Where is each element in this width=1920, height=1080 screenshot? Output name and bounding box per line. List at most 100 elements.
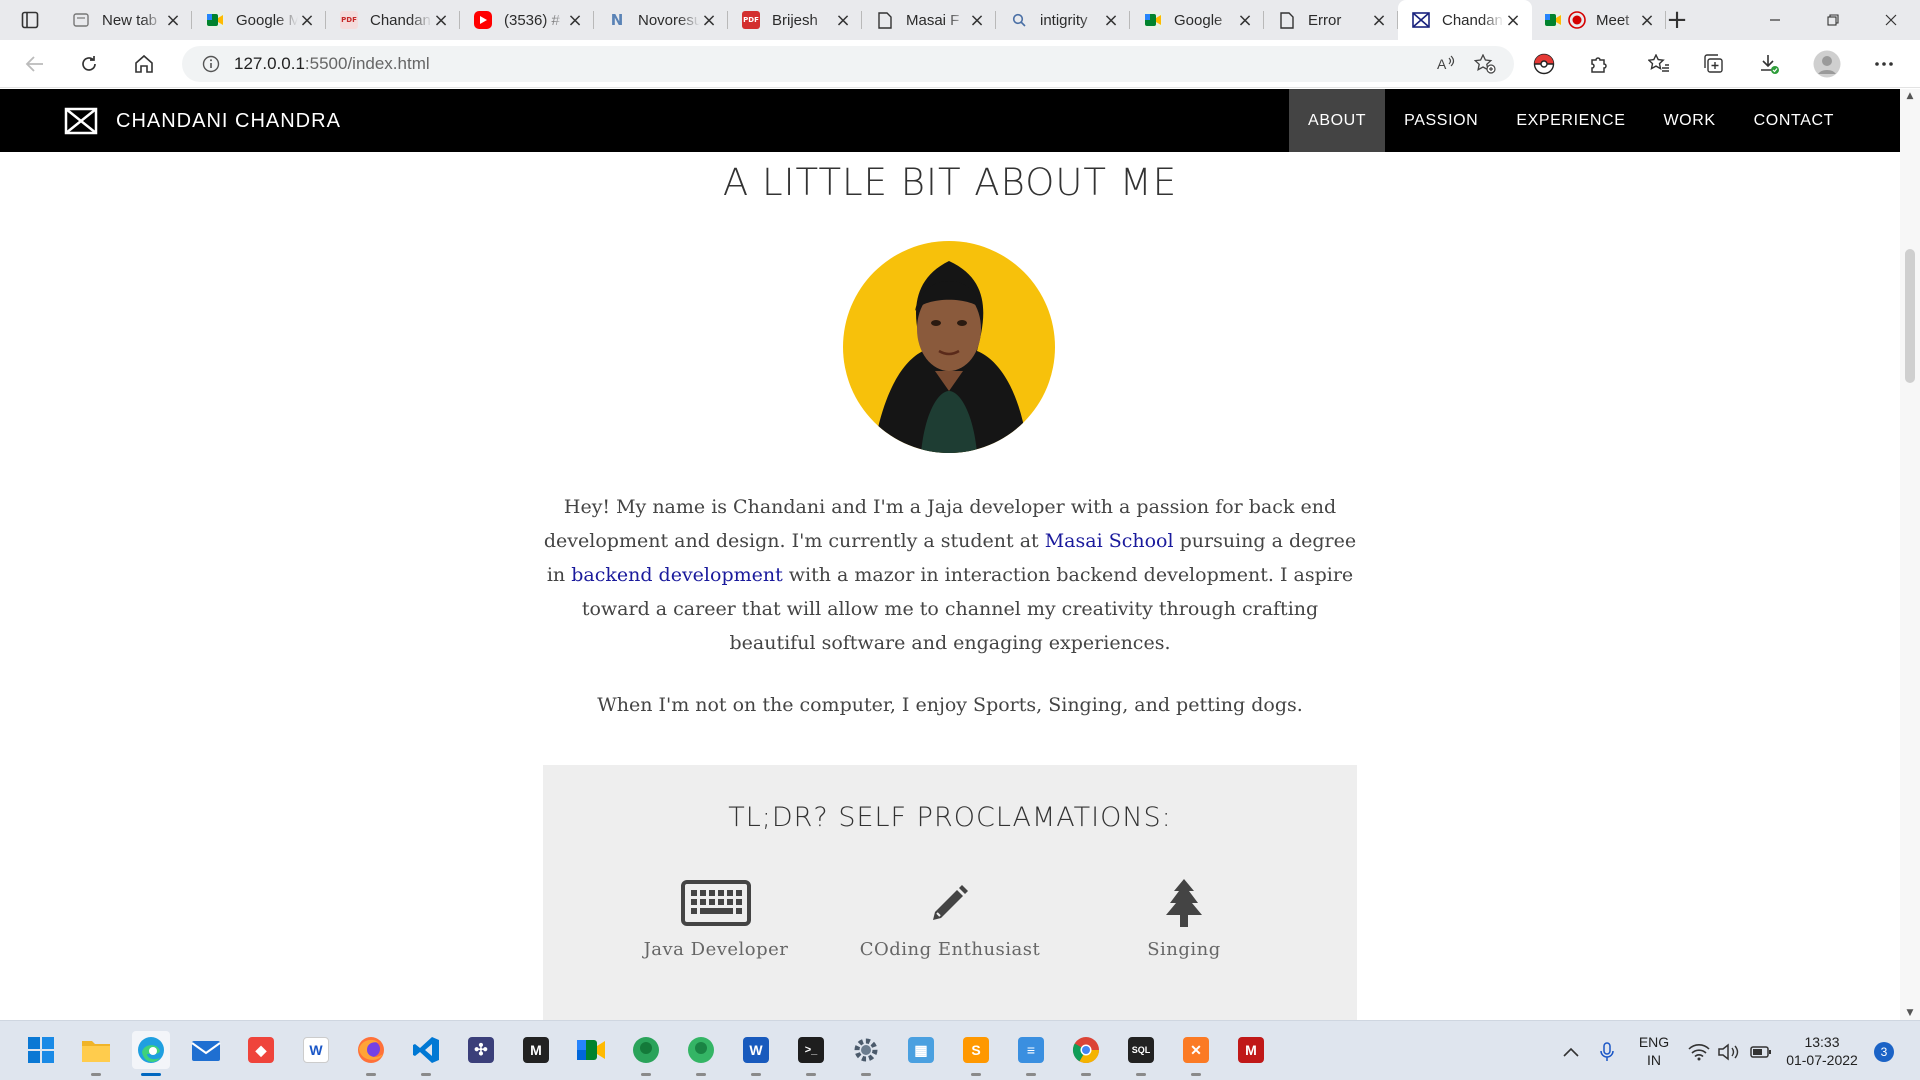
tab-brijesh-pdf[interactable]: PDF Brijesh × [728, 0, 862, 40]
nav-experience[interactable]: EXPERIENCE [1497, 89, 1644, 152]
show-hidden-icons-button[interactable] [1560, 1041, 1582, 1063]
nav-passion[interactable]: PASSION [1385, 89, 1497, 152]
extensions-button[interactable] [1585, 50, 1613, 78]
taskbar-mail[interactable] [187, 1031, 225, 1069]
google-meet-icon [1544, 11, 1562, 29]
page-viewport: CHANDANI CHANDRA ABOUT PASSION EXPERIENC… [0, 89, 1900, 1020]
taskbar-notepad[interactable]: ≡ [1012, 1031, 1050, 1076]
taskbar-file-explorer[interactable] [77, 1031, 115, 1076]
nav-contact[interactable]: CONTACT [1735, 89, 1900, 152]
tab-label: Chandani [1442, 11, 1504, 29]
address-bar[interactable]: 127.0.0.1:5500/index.html A [182, 46, 1514, 82]
read-aloud-icon[interactable]: A [1436, 54, 1456, 78]
system-clock[interactable]: 13:33 01-07-2022 [1780, 1033, 1864, 1069]
battery-button[interactable] [1750, 1041, 1772, 1063]
back-button[interactable] [21, 50, 49, 78]
taskbar-mysql[interactable]: SQL [1122, 1031, 1160, 1076]
document-icon [1278, 11, 1296, 29]
downloads-button[interactable] [1755, 50, 1783, 78]
page-scrollbar[interactable]: ▲ ▼ [1900, 89, 1920, 1020]
puzzle-icon [1591, 57, 1607, 73]
taskbar-xampp[interactable]: ✕ [1177, 1031, 1215, 1076]
close-icon[interactable]: × [1504, 10, 1522, 31]
tab-google[interactable]: Google × [1130, 0, 1264, 40]
more-menu-button[interactable] [1870, 50, 1898, 78]
wifi-button[interactable] [1688, 1041, 1710, 1063]
tab-new-tab[interactable]: New tab × [58, 0, 192, 40]
refresh-button[interactable] [75, 50, 103, 78]
scrollbar-thumb[interactable] [1905, 249, 1915, 383]
restore-button[interactable] [1804, 0, 1862, 40]
nav-about[interactable]: ABOUT [1289, 89, 1386, 152]
tab-youtube[interactable]: (3536) # × [460, 0, 594, 40]
scroll-down-icon[interactable]: ▼ [1904, 1008, 1916, 1018]
taskbar-edge[interactable] [132, 1031, 170, 1076]
tab-chandani-active[interactable]: Chandani × [1398, 0, 1532, 40]
close-icon[interactable]: × [700, 10, 718, 31]
scroll-up-icon[interactable]: ▲ [1904, 91, 1916, 101]
profile-button[interactable] [1813, 50, 1841, 78]
pokeball-extension-button[interactable] [1530, 50, 1558, 78]
taskbar-news[interactable]: W [297, 1031, 335, 1069]
close-icon[interactable]: × [1236, 10, 1254, 31]
proclamation-item: Singing [1067, 878, 1301, 960]
backend-development-link[interactable]: backend development [571, 564, 783, 586]
close-icon[interactable]: × [566, 10, 584, 31]
close-icon[interactable]: × [298, 10, 316, 31]
close-icon[interactable]: × [1638, 10, 1656, 31]
close-icon[interactable]: × [968, 10, 986, 31]
taskbar-vscode[interactable] [407, 1031, 445, 1076]
taskbar-sublime[interactable]: S [957, 1031, 995, 1076]
start-button[interactable] [22, 1031, 60, 1069]
close-icon[interactable]: × [432, 10, 450, 31]
taskbar-control-panel[interactable]: ▦ [902, 1031, 940, 1069]
masai-school-link[interactable]: Masai School [1045, 530, 1174, 552]
close-window-button[interactable] [1862, 0, 1920, 40]
nav-work[interactable]: WORK [1644, 89, 1734, 152]
language-indicator[interactable]: ENG IN [1626, 1033, 1682, 1069]
home-button[interactable] [130, 50, 158, 78]
close-icon[interactable]: × [164, 10, 182, 31]
new-tab-button[interactable]: + [1662, 5, 1692, 35]
browser-toolbar: 127.0.0.1:5500/index.html A [0, 40, 1920, 88]
taskbar-ide[interactable]: ✣ [462, 1031, 500, 1069]
taskbar-firefox[interactable] [352, 1031, 390, 1076]
tab-meet-recording[interactable]: Meet × [1532, 0, 1666, 40]
taskbar-gitkraken[interactable] [627, 1031, 665, 1076]
site-brand[interactable]: CHANDANI CHANDRA [64, 104, 341, 138]
tab-chandani-pdf[interactable]: PDF Chandani × [326, 0, 460, 40]
taskbar-settings[interactable] [847, 1031, 885, 1076]
info-icon[interactable] [202, 55, 220, 73]
back-arrow-icon [25, 56, 43, 72]
taskbar-anydesk[interactable]: ◆ [242, 1031, 280, 1069]
taskbar-word[interactable]: W [737, 1031, 775, 1076]
site-brand-name: CHANDANI CHANDRA [116, 109, 341, 132]
favorites-button[interactable] [1645, 50, 1673, 78]
close-icon[interactable]: × [1370, 10, 1388, 31]
tab-intigrity-search[interactable]: intigrity × [996, 0, 1130, 40]
volume-button[interactable] [1718, 1041, 1740, 1063]
taskbar-gitkraken-2[interactable] [682, 1031, 720, 1076]
taskbar-terminal[interactable]: >_ [792, 1031, 830, 1076]
close-icon[interactable]: × [1102, 10, 1120, 31]
url-text[interactable]: 127.0.0.1:5500/index.html [234, 54, 430, 74]
minimize-button[interactable] [1746, 0, 1804, 40]
taskbar-meet[interactable] [572, 1031, 610, 1069]
close-icon[interactable]: × [834, 10, 852, 31]
tab-novoresume[interactable]: N Novoresume × [594, 0, 728, 40]
taskbar-mcafee[interactable]: M [1232, 1031, 1270, 1069]
tab-google-meet[interactable]: Google Meet × [192, 0, 326, 40]
taskbar-chrome[interactable] [1067, 1031, 1105, 1076]
refresh-icon [82, 56, 96, 71]
tab-actions-button[interactable] [12, 7, 48, 33]
add-favorite-icon[interactable] [1473, 53, 1496, 78]
microphone-button[interactable] [1596, 1041, 1618, 1063]
tab-error[interactable]: Error × [1264, 0, 1398, 40]
running-indicator [1191, 1073, 1201, 1076]
notification-badge[interactable]: 3 [1874, 1042, 1894, 1062]
tab-masai[interactable]: Masai F × [862, 0, 996, 40]
tab-label: Masai F [906, 11, 960, 29]
taskbar-medium[interactable]: M [517, 1031, 555, 1069]
tab-label: (3536) # [504, 11, 560, 29]
collections-button[interactable] [1700, 50, 1728, 78]
